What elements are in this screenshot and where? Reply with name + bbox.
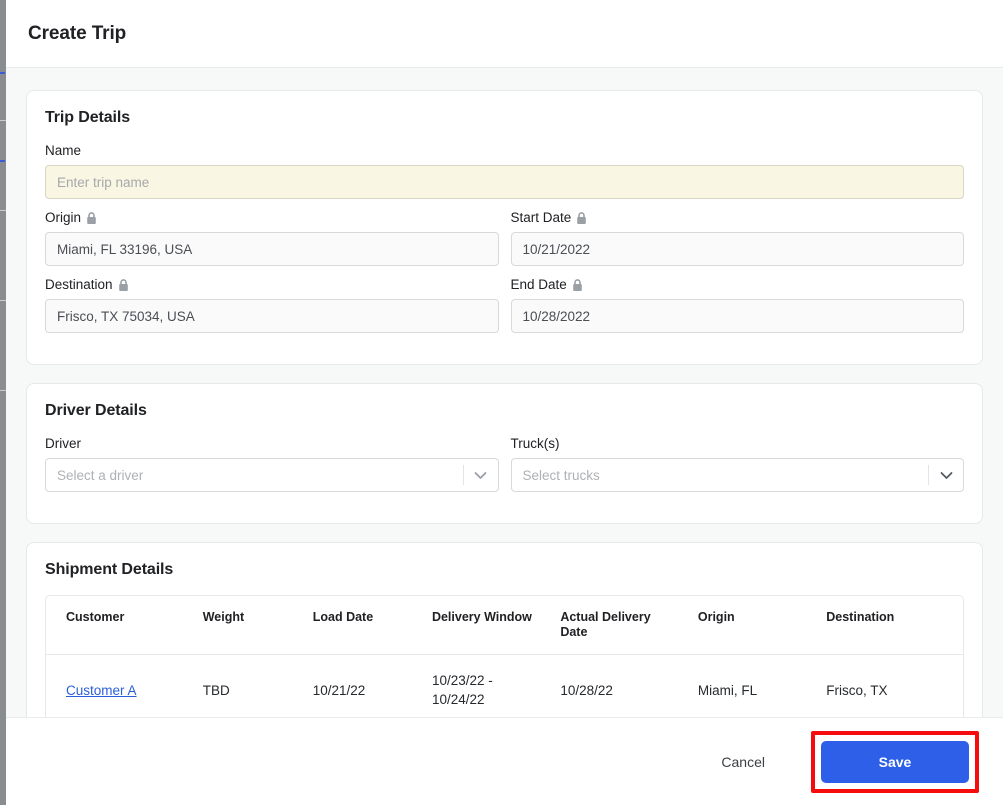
column-header-destination: Destination <box>816 596 963 655</box>
cell-origin: Miami, FL <box>688 655 816 718</box>
origin-input[interactable] <box>45 232 499 266</box>
chevron-down-icon[interactable] <box>464 471 498 480</box>
start-date-field-group: Start Date <box>511 210 965 266</box>
driver-select[interactable]: Select a driver <box>45 458 499 492</box>
chevron-down-icon[interactable] <box>929 471 963 480</box>
driver-select-placeholder: Select a driver <box>46 468 463 483</box>
cell-delivery-window: 10/23/22 - 10/24/22 <box>422 655 550 718</box>
driver-details-card: Driver Details Driver Select a driver <box>26 383 983 524</box>
create-trip-modal: Create Trip Trip Details Name Origin <box>6 0 1003 805</box>
lock-icon <box>118 279 129 292</box>
end-date-label: End Date <box>511 277 965 293</box>
destination-input[interactable] <box>45 299 499 333</box>
destination-label: Destination <box>45 277 499 293</box>
trip-details-heading: Trip Details <box>45 109 964 127</box>
destination-field-group: Destination <box>45 277 499 333</box>
start-date-input[interactable] <box>511 232 965 266</box>
start-date-label-text: Start Date <box>511 210 572 226</box>
table-row: Customer A TBD 10/21/22 10/23/22 - 10/24… <box>46 655 963 718</box>
shipment-table: Customer Weight Load Date Delivery Windo… <box>46 596 963 717</box>
driver-details-heading: Driver Details <box>45 402 964 420</box>
driver-label-text: Driver <box>45 436 81 452</box>
table-header-row: Customer Weight Load Date Delivery Windo… <box>46 596 963 655</box>
end-date-label-text: End Date <box>511 277 567 293</box>
lock-icon <box>572 279 583 292</box>
trucks-select[interactable]: Select trucks <box>511 458 965 492</box>
modal-header: Create Trip <box>6 0 1003 68</box>
shipment-details-card: Shipment Details Customer Weight Load Da… <box>26 542 983 717</box>
trucks-label-text: Truck(s) <box>511 436 560 452</box>
cancel-button[interactable]: Cancel <box>703 744 783 780</box>
column-header-customer: Customer <box>46 596 193 655</box>
save-button[interactable]: Save <box>821 741 969 783</box>
trucks-select-placeholder: Select trucks <box>512 468 929 483</box>
modal-footer: Cancel Save <box>6 717 1003 805</box>
name-label-text: Name <box>45 143 81 159</box>
driver-truck-row: Driver Select a driver Truc <box>45 436 964 503</box>
customer-link[interactable]: Customer A <box>66 683 137 698</box>
column-header-actual-delivery-date: Actual Delivery Date <box>550 596 688 655</box>
origin-startdate-row: Origin Start Date <box>45 210 964 277</box>
page-title: Create Trip <box>28 23 126 45</box>
column-header-load-date: Load Date <box>303 596 422 655</box>
cell-actual-delivery-date: 10/28/22 <box>550 655 688 718</box>
destination-enddate-row: Destination End Date <box>45 277 964 344</box>
lock-icon <box>576 212 587 225</box>
destination-label-text: Destination <box>45 277 113 293</box>
column-header-delivery-window: Delivery Window <box>422 596 550 655</box>
cell-customer: Customer A <box>46 655 193 718</box>
driver-field-group: Driver Select a driver <box>45 436 499 492</box>
trucks-field-group: Truck(s) Select trucks <box>511 436 965 492</box>
cell-load-date: 10/21/22 <box>303 655 422 718</box>
driver-label: Driver <box>45 436 499 452</box>
lock-icon <box>86 212 97 225</box>
trip-details-card: Trip Details Name Origin <box>26 90 983 365</box>
origin-field-group: Origin <box>45 210 499 266</box>
name-label: Name <box>45 143 964 159</box>
trip-name-input[interactable] <box>45 165 964 199</box>
origin-label: Origin <box>45 210 499 226</box>
modal-body[interactable]: Trip Details Name Origin <box>6 68 1003 717</box>
origin-label-text: Origin <box>45 210 81 226</box>
cell-weight: TBD <box>193 655 303 718</box>
cell-destination: Frisco, TX <box>816 655 963 718</box>
column-header-origin: Origin <box>688 596 816 655</box>
trucks-label: Truck(s) <box>511 436 965 452</box>
start-date-label: Start Date <box>511 210 965 226</box>
save-button-highlight: Save <box>811 731 979 793</box>
end-date-input[interactable] <box>511 299 965 333</box>
shipment-table-wrapper: Customer Weight Load Date Delivery Windo… <box>45 595 964 717</box>
name-field-group: Name <box>45 143 964 199</box>
end-date-field-group: End Date <box>511 277 965 333</box>
shipment-details-heading: Shipment Details <box>45 561 964 579</box>
column-header-weight: Weight <box>193 596 303 655</box>
